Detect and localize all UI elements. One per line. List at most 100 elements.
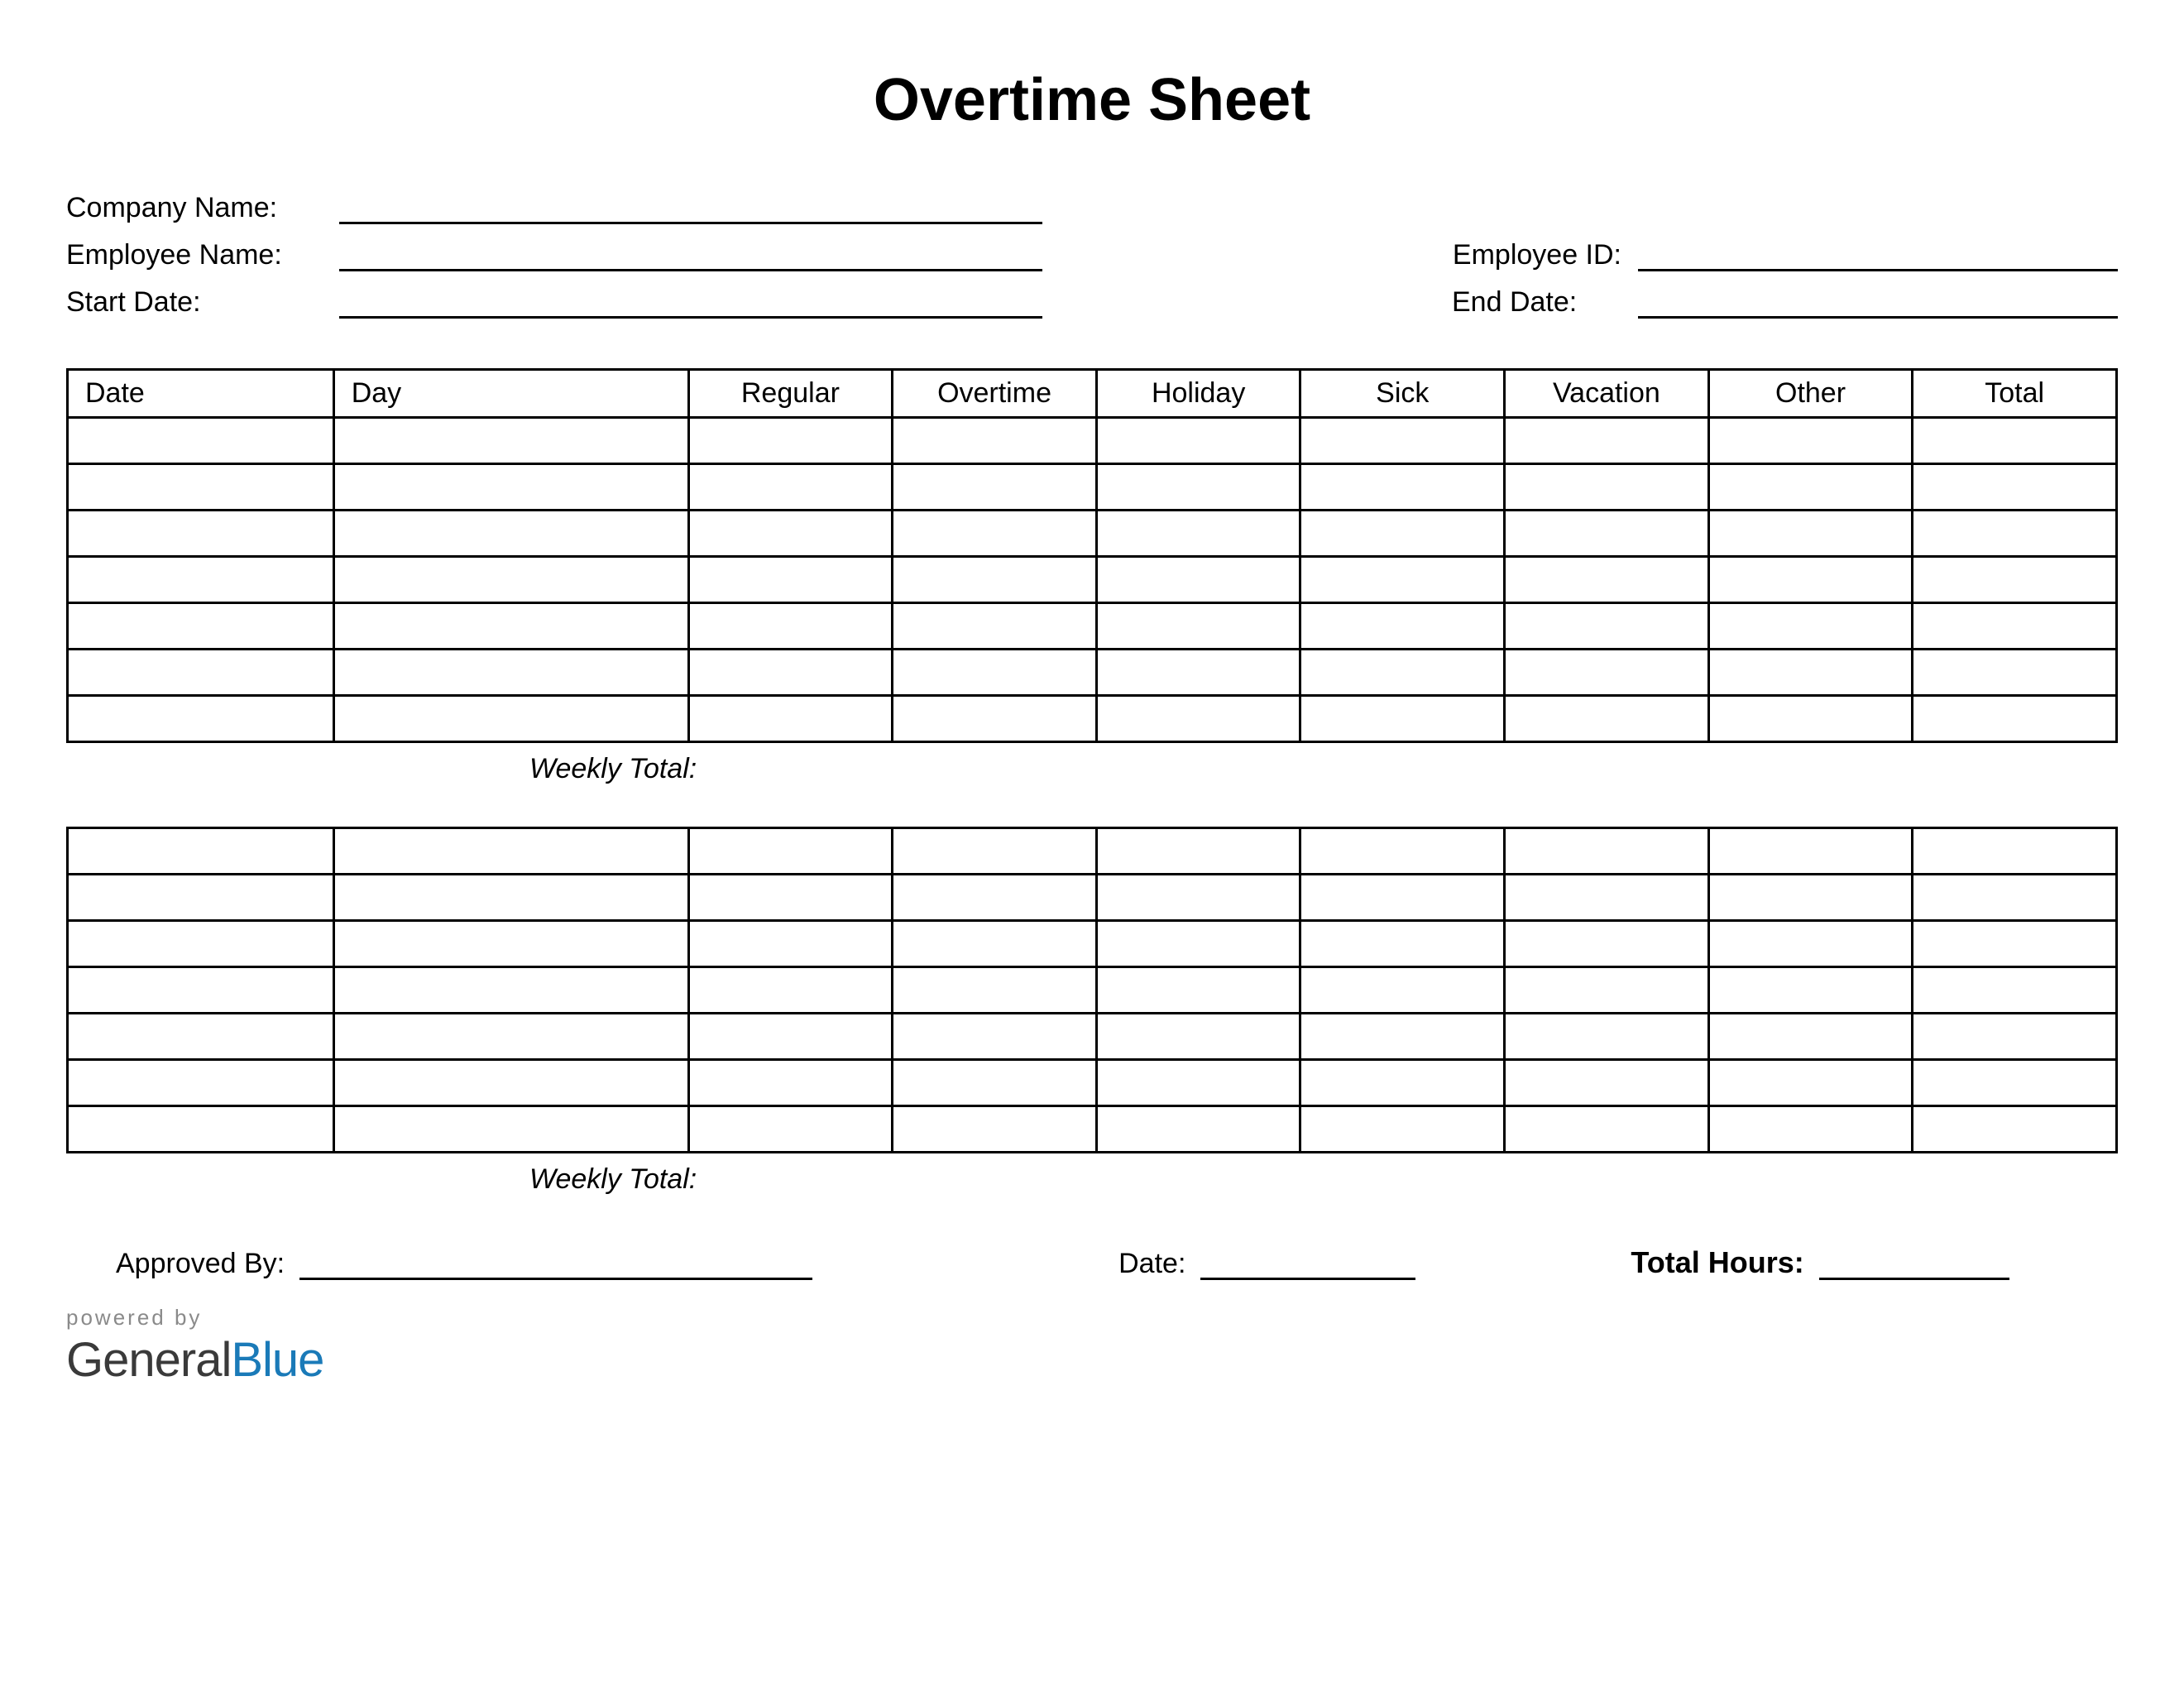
- table-cell[interactable]: [688, 1106, 893, 1153]
- table-cell[interactable]: [893, 557, 1097, 603]
- table-cell[interactable]: [688, 511, 893, 557]
- table-cell[interactable]: [333, 875, 688, 921]
- start-date-field[interactable]: [339, 316, 1042, 319]
- table-cell[interactable]: [1096, 464, 1300, 511]
- table-cell[interactable]: [893, 418, 1097, 464]
- table-cell[interactable]: [1913, 511, 2117, 557]
- table-cell[interactable]: [688, 650, 893, 696]
- table-cell[interactable]: [333, 967, 688, 1014]
- table-cell[interactable]: [1913, 603, 2117, 650]
- table-cell[interactable]: [1505, 875, 1709, 921]
- table-cell[interactable]: [688, 875, 893, 921]
- table-cell[interactable]: [1505, 696, 1709, 742]
- table-cell[interactable]: [68, 1060, 334, 1106]
- table-cell[interactable]: [333, 603, 688, 650]
- table-cell[interactable]: [1505, 921, 1709, 967]
- table-cell[interactable]: [333, 1106, 688, 1153]
- table-cell[interactable]: [1913, 921, 2117, 967]
- table-cell[interactable]: [1505, 1106, 1709, 1153]
- table-cell[interactable]: [1708, 418, 1913, 464]
- table-cell[interactable]: [1708, 1060, 1913, 1106]
- table-cell[interactable]: [1300, 1014, 1505, 1060]
- table-cell[interactable]: [1096, 603, 1300, 650]
- footer-date-field[interactable]: [1200, 1278, 1415, 1280]
- table-cell[interactable]: [1708, 828, 1913, 875]
- table-cell[interactable]: [1096, 1106, 1300, 1153]
- table-cell[interactable]: [1300, 1060, 1505, 1106]
- table-cell[interactable]: [688, 1060, 893, 1106]
- table-cell[interactable]: [688, 418, 893, 464]
- table-cell[interactable]: [688, 603, 893, 650]
- table-cell[interactable]: [688, 828, 893, 875]
- table-cell[interactable]: [1913, 1014, 2117, 1060]
- table-cell[interactable]: [688, 921, 893, 967]
- table-cell[interactable]: [68, 875, 334, 921]
- table-cell[interactable]: [1505, 1060, 1709, 1106]
- table-cell[interactable]: [333, 511, 688, 557]
- approved-by-field[interactable]: [299, 1278, 812, 1280]
- table-cell[interactable]: [893, 603, 1097, 650]
- table-cell[interactable]: [1708, 1106, 1913, 1153]
- table-cell[interactable]: [893, 1060, 1097, 1106]
- table-cell[interactable]: [1708, 511, 1913, 557]
- table-cell[interactable]: [1096, 511, 1300, 557]
- table-cell[interactable]: [1708, 1014, 1913, 1060]
- table-cell[interactable]: [333, 650, 688, 696]
- table-cell[interactable]: [893, 696, 1097, 742]
- table-cell[interactable]: [333, 921, 688, 967]
- table-cell[interactable]: [1708, 696, 1913, 742]
- table-cell[interactable]: [1096, 696, 1300, 742]
- table-cell[interactable]: [688, 557, 893, 603]
- table-cell[interactable]: [333, 828, 688, 875]
- table-cell[interactable]: [1708, 557, 1913, 603]
- total-hours-field[interactable]: [1819, 1278, 2009, 1280]
- table-cell[interactable]: [68, 1106, 334, 1153]
- table-cell[interactable]: [1096, 557, 1300, 603]
- table-cell[interactable]: [893, 828, 1097, 875]
- table-cell[interactable]: [1300, 696, 1505, 742]
- table-cell[interactable]: [1096, 1014, 1300, 1060]
- table-cell[interactable]: [893, 921, 1097, 967]
- table-cell[interactable]: [68, 828, 334, 875]
- table-cell[interactable]: [1096, 921, 1300, 967]
- table-cell[interactable]: [1913, 418, 2117, 464]
- table-cell[interactable]: [1096, 1060, 1300, 1106]
- table-cell[interactable]: [68, 650, 334, 696]
- table-cell[interactable]: [893, 464, 1097, 511]
- table-cell[interactable]: [1913, 967, 2117, 1014]
- table-cell[interactable]: [1708, 603, 1913, 650]
- table-cell[interactable]: [1913, 650, 2117, 696]
- employee-name-field[interactable]: [339, 269, 1042, 271]
- table-cell[interactable]: [1708, 967, 1913, 1014]
- table-cell[interactable]: [893, 875, 1097, 921]
- table-cell[interactable]: [1913, 696, 2117, 742]
- table-cell[interactable]: [1096, 967, 1300, 1014]
- table-cell[interactable]: [1913, 828, 2117, 875]
- employee-id-field[interactable]: [1638, 269, 2118, 271]
- table-cell[interactable]: [1300, 603, 1505, 650]
- table-cell[interactable]: [893, 967, 1097, 1014]
- table-cell[interactable]: [1300, 557, 1505, 603]
- table-cell[interactable]: [68, 1014, 334, 1060]
- company-name-field[interactable]: [339, 222, 1042, 224]
- table-cell[interactable]: [1300, 875, 1505, 921]
- table-cell[interactable]: [893, 1014, 1097, 1060]
- table-cell[interactable]: [1300, 511, 1505, 557]
- table-cell[interactable]: [1708, 464, 1913, 511]
- table-cell[interactable]: [333, 418, 688, 464]
- table-cell[interactable]: [68, 603, 334, 650]
- table-cell[interactable]: [1300, 967, 1505, 1014]
- table-cell[interactable]: [1708, 650, 1913, 696]
- table-cell[interactable]: [1096, 650, 1300, 696]
- table-cell[interactable]: [1300, 1106, 1505, 1153]
- table-cell[interactable]: [1505, 557, 1709, 603]
- table-cell[interactable]: [1505, 650, 1709, 696]
- table-cell[interactable]: [1913, 464, 2117, 511]
- table-cell[interactable]: [688, 1014, 893, 1060]
- table-cell[interactable]: [1505, 828, 1709, 875]
- table-cell[interactable]: [688, 696, 893, 742]
- table-cell[interactable]: [1300, 650, 1505, 696]
- table-cell[interactable]: [1505, 967, 1709, 1014]
- table-cell[interactable]: [68, 696, 334, 742]
- table-cell[interactable]: [1096, 828, 1300, 875]
